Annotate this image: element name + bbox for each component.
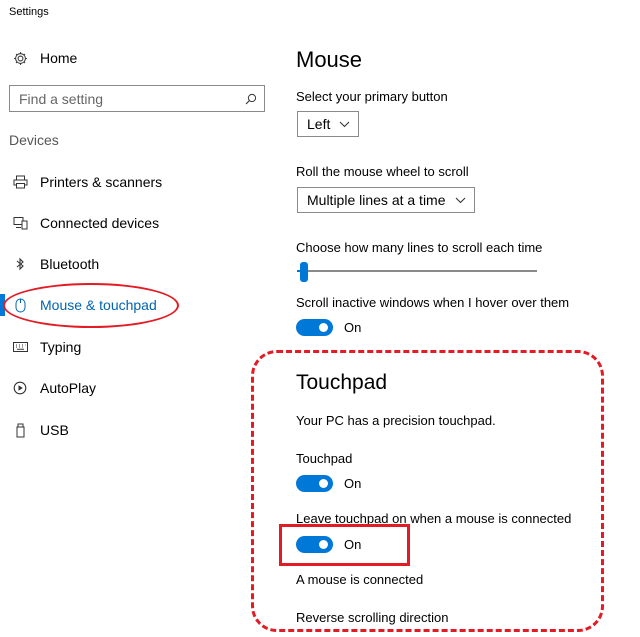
sidebar-item-label: Printers & scanners xyxy=(40,174,163,190)
search-icon[interactable] xyxy=(244,92,258,106)
sidebar-item-printers[interactable]: Printers & scanners xyxy=(10,170,162,194)
scroll-inactive-toggle[interactable] xyxy=(296,319,333,336)
touchpad-toggle-label: Touchpad xyxy=(296,451,353,466)
toggle-knob xyxy=(319,479,328,488)
keyboard-icon xyxy=(10,342,30,352)
lines-to-scroll-label: Choose how many lines to scroll each tim… xyxy=(296,240,543,255)
dropdown-value: Left xyxy=(307,116,331,132)
toggle-knob xyxy=(319,323,328,332)
touchpad-toggle[interactable] xyxy=(296,475,333,492)
gear-icon xyxy=(10,51,30,66)
lines-slider-track[interactable] xyxy=(297,270,537,272)
sidebar-item-label: Bluetooth xyxy=(40,256,100,272)
usb-icon xyxy=(10,423,30,438)
touchpad-toggle-row[interactable]: On xyxy=(296,475,361,492)
primary-button-label: Select your primary button xyxy=(296,89,448,104)
annotation-rectangle xyxy=(279,524,410,566)
reverse-scrolling-label: Reverse scrolling direction xyxy=(296,610,449,625)
sidebar-item-label: AutoPlay xyxy=(40,380,97,396)
wheel-scroll-label: Roll the mouse wheel to scroll xyxy=(296,164,469,179)
section-label-devices: Devices xyxy=(9,132,59,148)
toggle-state: On xyxy=(344,476,362,491)
mouse-section-title: Mouse xyxy=(296,47,363,72)
sidebar-item-label: Typing xyxy=(40,339,82,355)
primary-button-dropdown[interactable]: Left xyxy=(297,111,360,137)
search-field[interactable] xyxy=(9,85,265,112)
chevron-down-icon xyxy=(455,197,466,204)
touchpad-description: Your PC has a precision touchpad. xyxy=(296,413,496,428)
autoplay-icon xyxy=(10,381,30,395)
devices-icon xyxy=(10,216,30,230)
wheel-scroll-dropdown[interactable]: Multiple lines at a time xyxy=(297,187,475,213)
touchpad-section-title: Touchpad xyxy=(296,371,388,394)
scroll-inactive-toggle-row[interactable]: On xyxy=(296,319,361,336)
sidebar-item-label: Connected devices xyxy=(40,215,160,231)
chevron-down-icon xyxy=(339,121,350,128)
sidebar-item-home[interactable]: Home xyxy=(10,46,77,70)
bluetooth-icon xyxy=(10,257,30,271)
search-input[interactable] xyxy=(19,90,244,107)
sidebar-item-typing[interactable]: Typing xyxy=(10,335,81,359)
sidebar-item-label: Home xyxy=(40,50,78,66)
mouse-connected-label: A mouse is connected xyxy=(296,572,424,587)
printer-icon xyxy=(10,175,30,189)
window-title: Settings xyxy=(9,6,49,18)
sidebar-item-bluetooth[interactable]: Bluetooth xyxy=(10,252,99,276)
scroll-inactive-label: Scroll inactive windows when I hover ove… xyxy=(296,295,570,310)
toggle-state: On xyxy=(344,320,362,335)
annotation-ellipse xyxy=(3,283,179,328)
sidebar-item-connected-devices[interactable]: Connected devices xyxy=(10,211,159,235)
sidebar-item-label: USB xyxy=(40,422,69,438)
lines-slider-thumb[interactable] xyxy=(300,262,309,282)
dropdown-value: Multiple lines at a time xyxy=(307,192,446,208)
sidebar-item-autoplay[interactable]: AutoPlay xyxy=(10,376,96,400)
sidebar-item-usb[interactable]: USB xyxy=(10,418,69,442)
